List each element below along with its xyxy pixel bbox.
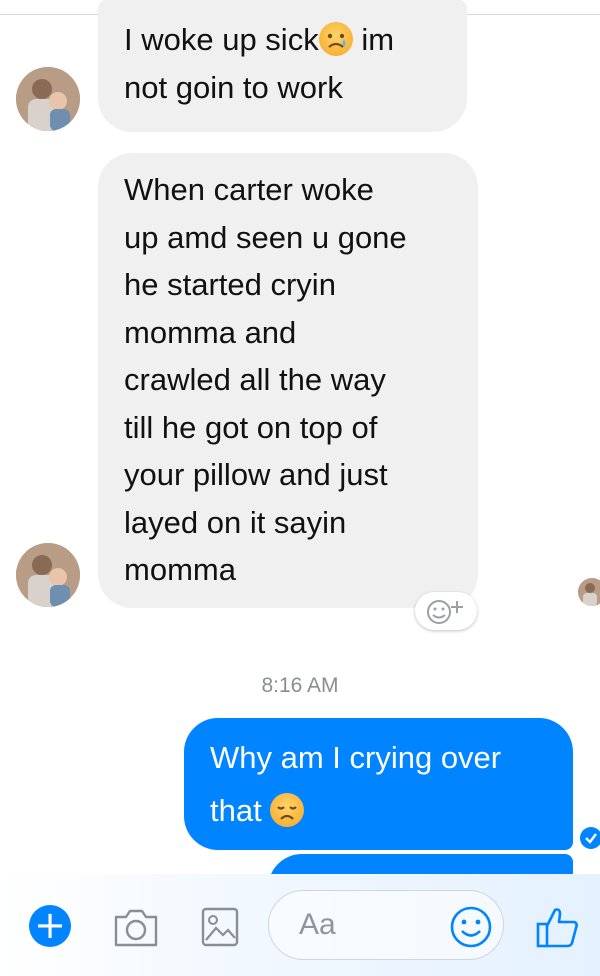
seen-avatar [578, 578, 600, 606]
sad-tear-emoji-icon [318, 22, 353, 56]
disappointed-face-emoji-icon [270, 793, 305, 827]
message-timestamp: 8:16 AM [261, 674, 339, 697]
message-line: till he got on top of [124, 409, 378, 445]
message-line: momma [124, 552, 236, 587]
message-line: Why am I crying over [210, 740, 502, 775]
incoming-message-bubble[interactable]: I woke up sick im not goin to work [98, 0, 467, 132]
message-line: layed on it sayin [124, 504, 347, 540]
add-reaction-button[interactable] [415, 592, 477, 630]
message-line: up amd seen u gone [124, 219, 407, 255]
thumbs-up-icon[interactable] [534, 902, 582, 955]
delivered-check-icon [580, 827, 600, 849]
contact-avatar[interactable] [16, 67, 80, 131]
incoming-message-bubble[interactable]: When carter woke up amd seen u gone he s… [98, 153, 478, 608]
image-icon[interactable] [200, 906, 240, 953]
message-line: that [210, 784, 547, 837]
message-line: crawled all the way [124, 362, 386, 397]
camera-icon[interactable] [112, 905, 160, 954]
outgoing-message-bubble[interactable]: Why am I crying over that [184, 718, 573, 850]
message-line: your pillow and just [124, 457, 388, 492]
message-input-placeholder: Aa [299, 908, 336, 941]
contact-avatar[interactable] [16, 543, 80, 607]
message-line: When carter woke [124, 172, 374, 207]
message-line: he started cryin [124, 267, 336, 302]
message-line: I woke up sick im [124, 22, 395, 57]
smiley-icon[interactable] [449, 905, 493, 954]
plus-icon[interactable]: + [29, 905, 71, 947]
message-line: momma and [124, 314, 297, 350]
message-line: not goin to work [124, 69, 343, 105]
